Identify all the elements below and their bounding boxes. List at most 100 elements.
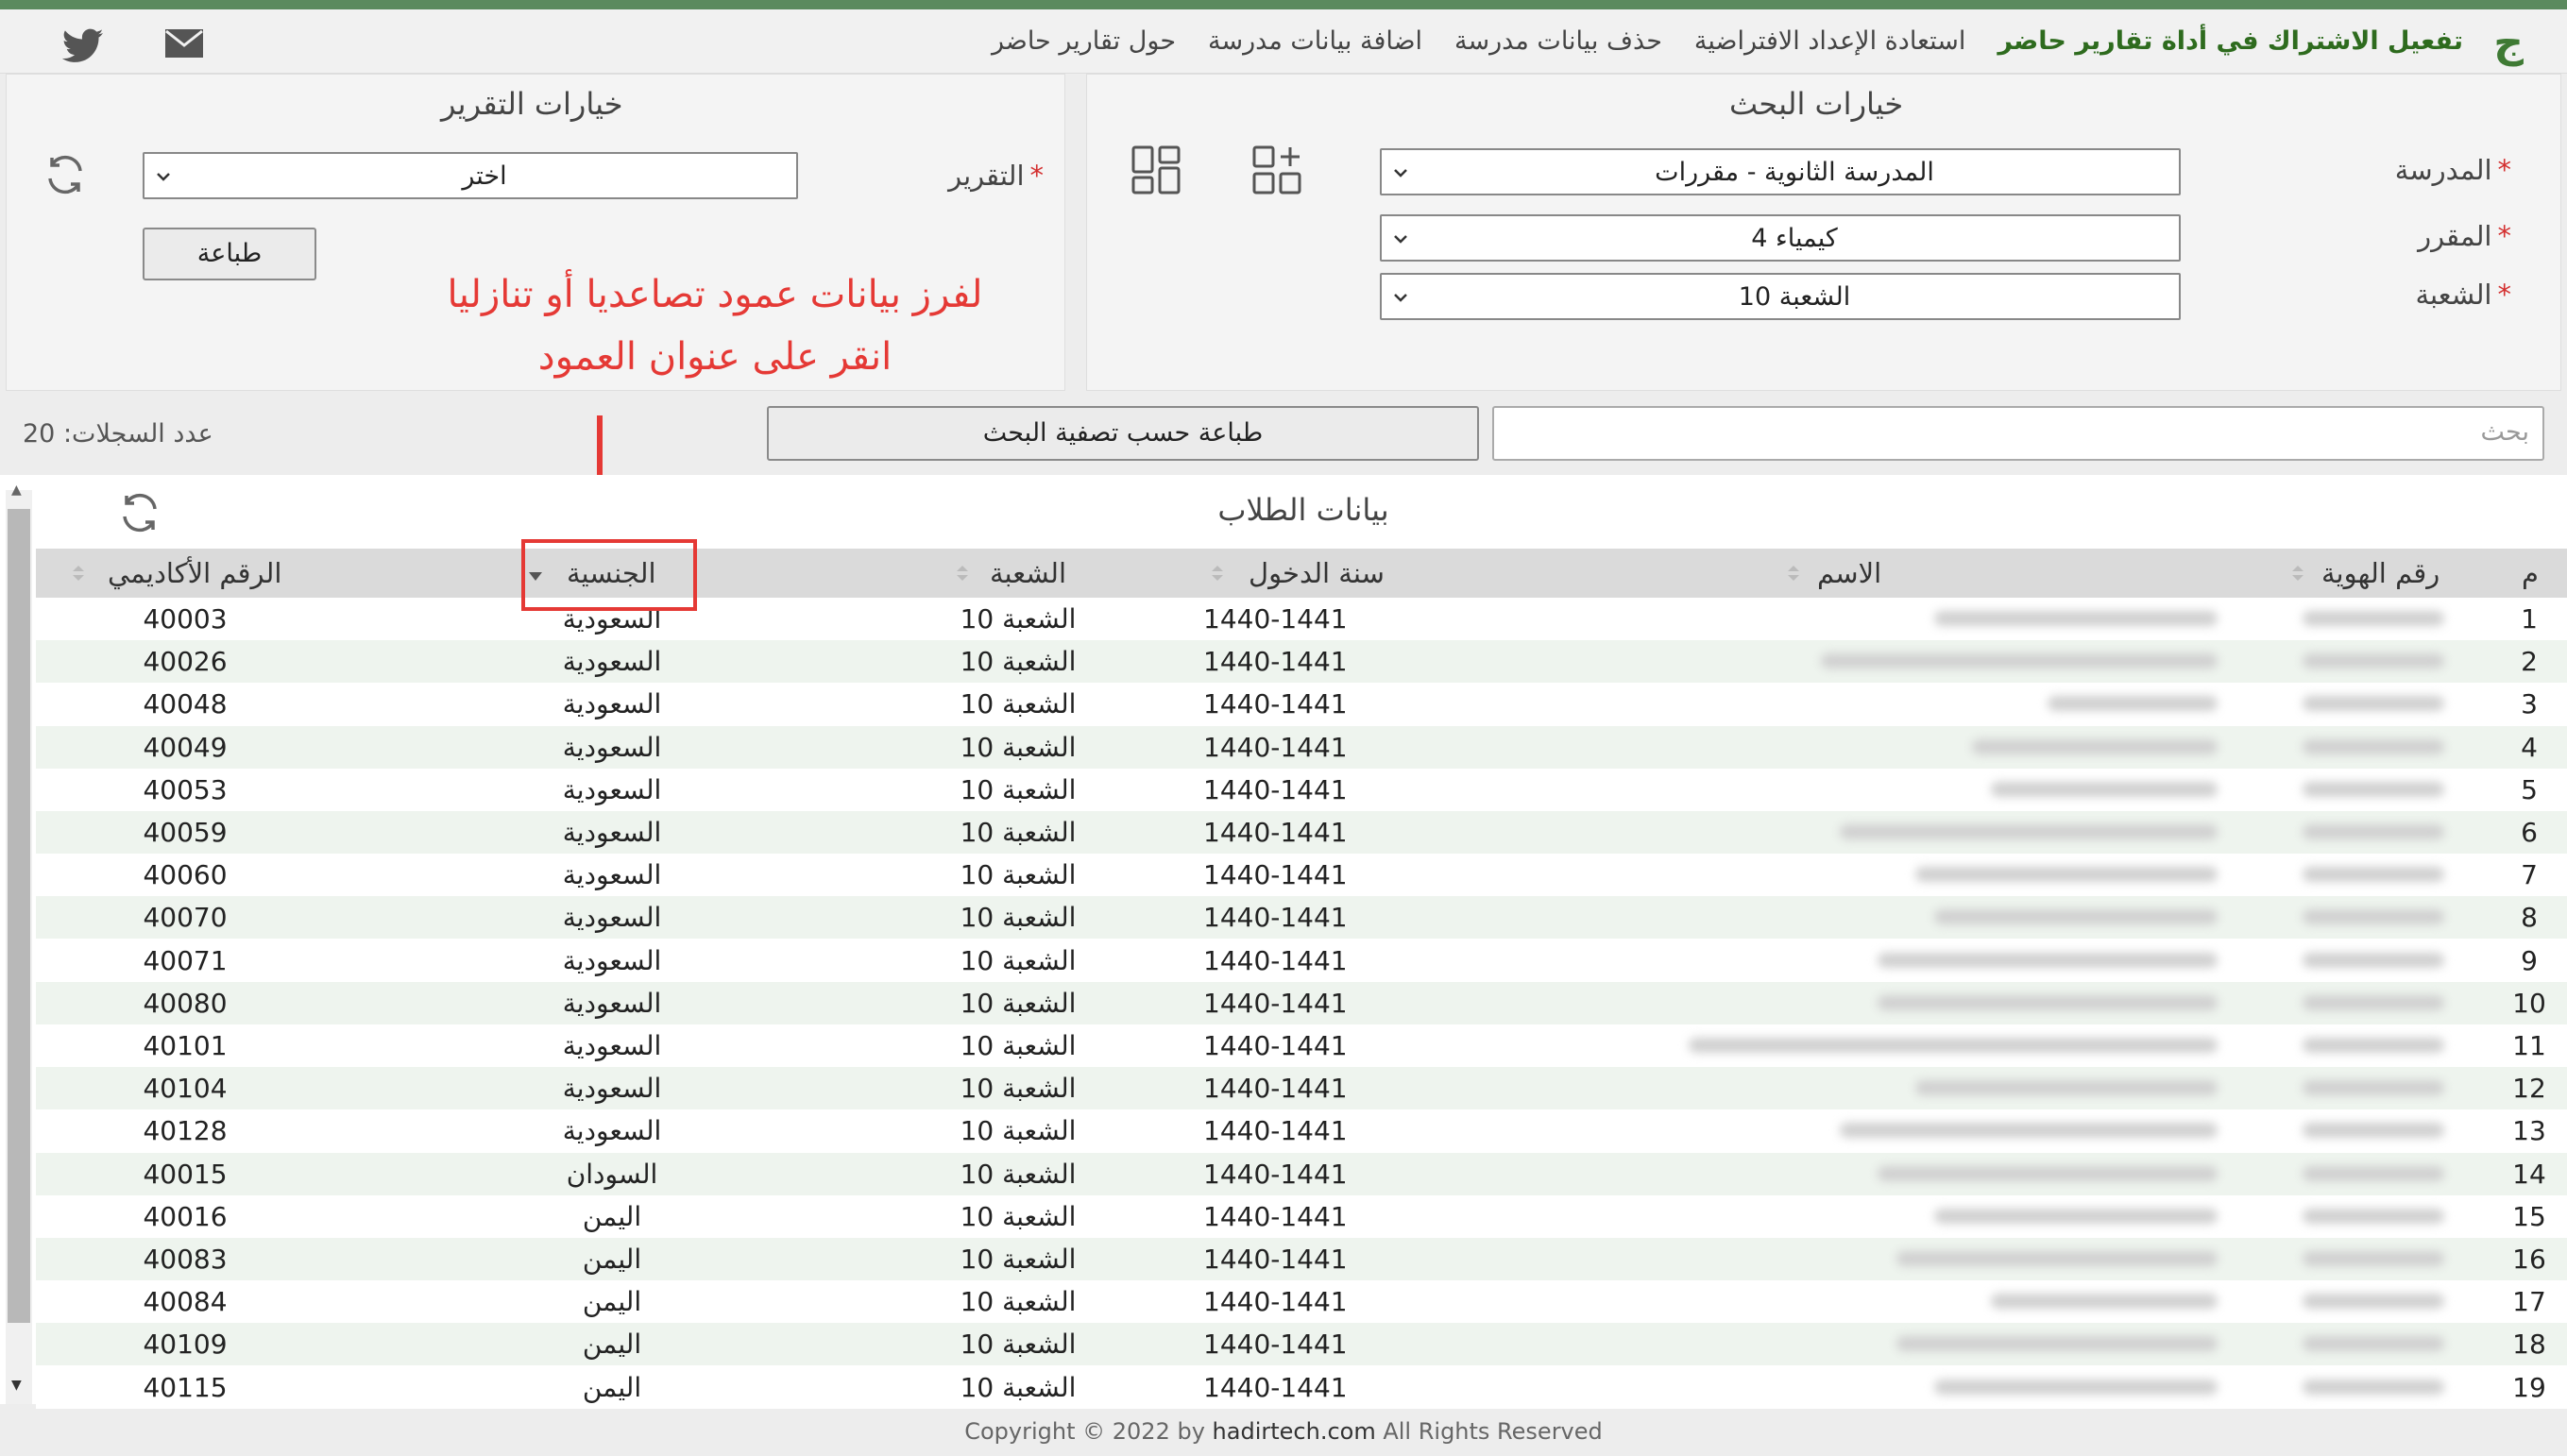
- table-row[interactable]: 6 1440-1441 الشعبة 10 السعودية 40059: [36, 811, 2567, 854]
- course-select[interactable]: كيمياء 4: [1380, 214, 2181, 262]
- table-row[interactable]: 4 1440-1441 الشعبة 10 السعودية 40049: [36, 725, 2567, 769]
- cell-section: الشعبة 10: [960, 1073, 1077, 1105]
- cell-entry-year: 1440-1441: [1203, 944, 1348, 976]
- cell-entry-year: 1440-1441: [1203, 859, 1348, 891]
- redacted-id: [2303, 1208, 2444, 1224]
- sort-annotation-line2: انقر على عنوان العمود: [537, 335, 892, 379]
- table-row[interactable]: 14 1440-1441 الشعبة 10 السودان 40015: [36, 1152, 2567, 1195]
- table-row[interactable]: 7 1440-1441 الشعبة 10 السعودية 40060: [36, 854, 2567, 897]
- cell-section: الشعبة 10: [960, 817, 1077, 848]
- nav-link-add-school[interactable]: اضافة بيانات مدرسة: [1208, 26, 1422, 56]
- table-row[interactable]: 10 1440-1441 الشعبة 10 السعودية 40080: [36, 981, 2567, 1024]
- redacted-name: [1878, 994, 2218, 1010]
- twitter-icon[interactable]: [62, 28, 104, 64]
- cell-index: 19: [2512, 1371, 2546, 1403]
- redacted-id: [2303, 824, 2444, 839]
- chevron-down-icon: [154, 167, 173, 190]
- cell-index: 2: [2521, 646, 2538, 678]
- cell-entry-year: 1440-1441: [1203, 1371, 1348, 1403]
- cell-index: 9: [2521, 944, 2538, 976]
- cell-academic-number: 40109: [143, 1329, 228, 1361]
- table-row[interactable]: 19 1440-1441 الشعبة 10 اليمن 40115: [36, 1365, 2567, 1409]
- redacted-id: [2303, 611, 2444, 626]
- footer-brand-link[interactable]: hadirtech.com: [1213, 1418, 1376, 1445]
- layout-grid-icon[interactable]: [1130, 144, 1182, 199]
- refresh-icon[interactable]: [42, 152, 88, 201]
- redacted-name: [1821, 653, 2218, 669]
- redacted-id: [2303, 1251, 2444, 1266]
- scroll-up-icon[interactable]: ▲: [11, 483, 22, 498]
- mail-icon[interactable]: [164, 28, 204, 64]
- layout-add-icon[interactable]: [1251, 144, 1302, 199]
- redacted-name: [1934, 1208, 2218, 1224]
- table-row[interactable]: 16 1440-1441 الشعبة 10 اليمن 40083: [36, 1238, 2567, 1280]
- footer-suffix: All Rights Reserved: [1383, 1418, 1603, 1445]
- footer: Copyright © 2022 by hadirtech.com All Ri…: [0, 1407, 2567, 1456]
- sort-arrows-icon: [956, 566, 969, 581]
- table-row[interactable]: 12 1440-1441 الشعبة 10 السعودية 40104: [36, 1067, 2567, 1110]
- section-select[interactable]: الشعبة 10: [1380, 273, 2181, 320]
- col-header-index[interactable]: م: [2522, 549, 2539, 598]
- table-refresh-icon[interactable]: [117, 490, 162, 539]
- table-row[interactable]: 18 1440-1441 الشعبة 10 اليمن 40109: [36, 1323, 2567, 1366]
- table-row[interactable]: 3 1440-1441 الشعبة 10 السعودية 40048: [36, 683, 2567, 726]
- cell-index: 6: [2521, 817, 2538, 848]
- table-header: م رقم الهوية الاسم سنة الدخول الشعبة الج…: [36, 549, 2567, 598]
- table-row[interactable]: 15 1440-1441 الشعبة 10 اليمن 40016: [36, 1194, 2567, 1238]
- cell-section: الشعبة 10: [960, 1200, 1077, 1232]
- print-button[interactable]: طباعة: [143, 228, 316, 280]
- redacted-id: [2303, 1379, 2444, 1395]
- redacted-name: [1934, 611, 2218, 626]
- redacted-name: [1689, 1038, 2218, 1053]
- cell-entry-year: 1440-1441: [1203, 688, 1348, 720]
- cell-index: 17: [2512, 1286, 2546, 1318]
- school-label: *المدرسة: [2394, 154, 2511, 186]
- school-select[interactable]: المدرسة الثانوية - مقررات: [1380, 148, 2181, 195]
- nav-link-delete-school[interactable]: حذف بيانات مدرسة: [1454, 26, 1662, 56]
- redacted-name: [1934, 1379, 2218, 1395]
- table-row[interactable]: 9 1440-1441 الشعبة 10 السعودية 40071: [36, 939, 2567, 982]
- col-header-id[interactable]: رقم الهوية: [2321, 549, 2440, 598]
- redacted-id: [2303, 1165, 2444, 1181]
- report-select[interactable]: اختر: [143, 152, 798, 199]
- cell-academic-number: 40115: [143, 1371, 228, 1403]
- nav-icons: [62, 28, 204, 64]
- cell-entry-year: 1440-1441: [1203, 1030, 1348, 1061]
- nav-link-restore-defaults[interactable]: استعادة الإعداد الافتراضية: [1694, 26, 1965, 56]
- school-select-value: المدرسة الثانوية - مقررات: [1655, 158, 1934, 187]
- redacted-id: [2303, 1336, 2444, 1352]
- scrollbar-thumb[interactable]: [8, 509, 30, 1323]
- cell-section: الشعبة 10: [960, 731, 1077, 763]
- scroll-down-icon[interactable]: ▼: [11, 1378, 22, 1393]
- table-row[interactable]: 13 1440-1441 الشعبة 10 السعودية 40128: [36, 1109, 2567, 1153]
- table-row[interactable]: 5 1440-1441 الشعبة 10 السعودية 40053: [36, 768, 2567, 811]
- col-header-section[interactable]: الشعبة: [990, 549, 1066, 598]
- cell-entry-year: 1440-1441: [1203, 731, 1348, 763]
- redacted-id: [2303, 781, 2444, 797]
- students-table-title: بيانات الطلاب: [1217, 492, 1389, 528]
- redacted-id: [2303, 1123, 2444, 1139]
- table-row[interactable]: 1 1440-1441 الشعبة 10 السعودية 40003: [36, 598, 2567, 640]
- table-row[interactable]: 11 1440-1441 الشعبة 10 السعودية 40101: [36, 1024, 2567, 1067]
- nav-link-activate-subscription[interactable]: تفعيل الاشتراك في أداة تقارير حاضر: [1998, 26, 2463, 56]
- col-header-entry-year[interactable]: سنة الدخول: [1249, 549, 1385, 598]
- table-row[interactable]: 8 1440-1441 الشعبة 10 السعودية 40070: [36, 896, 2567, 940]
- col-header-name[interactable]: الاسم: [1817, 549, 1881, 598]
- nav-link-about[interactable]: حول تقارير حاضر: [992, 26, 1176, 56]
- redacted-id: [2303, 1080, 2444, 1096]
- cell-entry-year: 1440-1441: [1203, 987, 1348, 1019]
- redacted-name: [1878, 952, 2218, 968]
- app-logo[interactable]: ج: [2493, 23, 2524, 64]
- search-input[interactable]: بحث: [1492, 406, 2544, 461]
- redacted-id: [2303, 653, 2444, 669]
- table-row[interactable]: 17 1440-1441 الشعبة 10 اليمن 40084: [36, 1280, 2567, 1324]
- cell-section: الشعبة 10: [960, 688, 1077, 720]
- print-filtered-button[interactable]: طباعة حسب تصفية البحث: [767, 406, 1479, 461]
- cell-entry-year: 1440-1441: [1203, 1200, 1348, 1232]
- cell-academic-number: 40026: [143, 646, 228, 678]
- col-header-academic-number[interactable]: الرقم الأكاديمي: [108, 549, 281, 598]
- table-row[interactable]: 2 1440-1441 الشعبة 10 السعودية 40026: [36, 640, 2567, 684]
- cell-index: 3: [2521, 688, 2538, 720]
- redacted-name: [1915, 867, 2218, 883]
- redacted-id: [2303, 909, 2444, 925]
